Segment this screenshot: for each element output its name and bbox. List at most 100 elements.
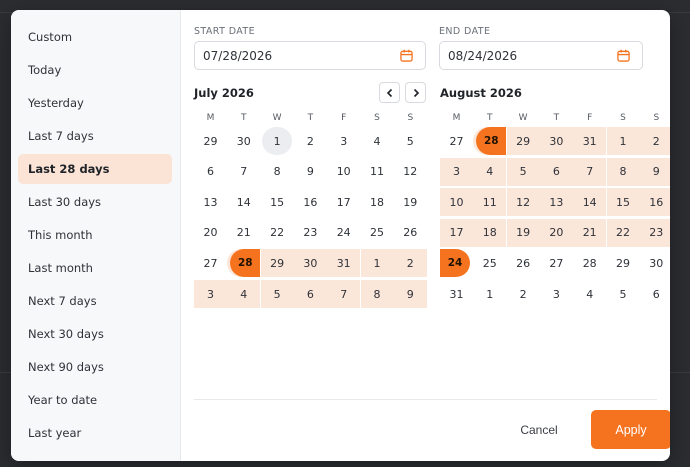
calendar-day[interactable]: 15: [261, 188, 294, 216]
calendar-icon[interactable]: [400, 49, 413, 62]
end-date-input[interactable]: 08/24/2026: [439, 41, 643, 70]
cancel-button[interactable]: Cancel: [504, 411, 574, 449]
calendar-day[interactable]: 28: [473, 127, 507, 155]
calendar-day[interactable]: 6: [640, 280, 670, 308]
calendar-day[interactable]: 15: [606, 188, 640, 217]
calendar-day[interactable]: 14: [227, 188, 260, 216]
preset-yesterday[interactable]: Yesterday: [18, 88, 172, 118]
preset-last-month[interactable]: Last month: [18, 253, 172, 283]
calendar-day[interactable]: 3: [540, 280, 573, 308]
calendar-day[interactable]: 19: [506, 218, 540, 247]
calendar-day[interactable]: 30: [227, 127, 260, 155]
calendar-day[interactable]: 9: [639, 157, 670, 186]
preset-year-to-date[interactable]: Year to date: [18, 385, 172, 415]
calendar-day[interactable]: 23: [294, 219, 327, 247]
calendar-day[interactable]: 2: [639, 127, 670, 155]
calendar-day[interactable]: 23: [639, 218, 670, 247]
next-month-button[interactable]: [405, 82, 426, 103]
calendar-day[interactable]: 4: [227, 280, 261, 308]
calendar-day[interactable]: 31: [327, 249, 361, 278]
preset-next-7-days[interactable]: Next 7 days: [18, 286, 172, 316]
calendar-day[interactable]: 22: [606, 218, 640, 247]
calendar-day[interactable]: 18: [361, 188, 394, 216]
calendar-day[interactable]: 8: [606, 157, 640, 186]
calendar-day[interactable]: 1: [606, 127, 640, 155]
calendar-day[interactable]: 11: [473, 188, 507, 217]
calendar-day[interactable]: 26: [507, 249, 540, 277]
calendar-day[interactable]: 21: [573, 218, 607, 247]
calendar-day[interactable]: 9: [294, 158, 327, 186]
calendar-day[interactable]: 3: [440, 157, 473, 186]
calendar-day[interactable]: 12: [394, 158, 427, 186]
calendar-day[interactable]: 17: [440, 218, 473, 247]
calendar-day[interactable]: 3: [194, 280, 227, 308]
preset-last-7-days[interactable]: Last 7 days: [18, 121, 172, 151]
calendar-day[interactable]: 11: [361, 158, 394, 186]
preset-this-month[interactable]: This month: [18, 220, 172, 250]
calendar-day[interactable]: 9: [393, 280, 427, 308]
calendar-day[interactable]: 1: [473, 280, 506, 308]
calendar-day[interactable]: 29: [260, 249, 294, 278]
calendar-day[interactable]: 2: [393, 249, 427, 278]
calendar-day[interactable]: 16: [639, 188, 670, 217]
calendar-day[interactable]: 6: [194, 158, 227, 186]
calendar-day[interactable]: 6: [539, 157, 573, 186]
calendar-day[interactable]: 7: [227, 158, 260, 186]
calendar-day[interactable]: 5: [506, 157, 540, 186]
calendar-day[interactable]: 24: [440, 249, 473, 278]
calendar-day[interactable]: 7: [327, 280, 361, 308]
calendar-day[interactable]: 2: [507, 280, 540, 308]
preset-last-28-days[interactable]: Last 28 days: [18, 154, 172, 184]
preset-last-year[interactable]: Last year: [18, 418, 172, 448]
calendar-day[interactable]: 25: [473, 249, 506, 277]
calendar-day[interactable]: 2: [294, 127, 327, 155]
calendar-day[interactable]: 13: [194, 188, 227, 216]
calendar-day[interactable]: 30: [640, 249, 670, 277]
calendar-day[interactable]: 30: [539, 127, 573, 155]
calendar-day[interactable]: 13: [539, 188, 573, 217]
prev-month-button[interactable]: [379, 82, 400, 103]
calendar-day[interactable]: 10: [440, 188, 473, 217]
calendar-day[interactable]: 21: [227, 219, 260, 247]
calendar-day[interactable]: 5: [394, 127, 427, 155]
calendar-day[interactable]: 27: [540, 249, 573, 277]
calendar-day[interactable]: 16: [294, 188, 327, 216]
calendar-day[interactable]: 12: [506, 188, 540, 217]
calendar-day[interactable]: 31: [440, 280, 473, 308]
calendar-day[interactable]: 4: [573, 280, 606, 308]
preset-next-30-days[interactable]: Next 30 days: [18, 319, 172, 349]
calendar-day[interactable]: 4: [473, 157, 507, 186]
calendar-day[interactable]: 20: [194, 219, 227, 247]
calendar-day[interactable]: 30: [293, 249, 327, 278]
calendar-day[interactable]: 4: [361, 127, 394, 155]
calendar-day[interactable]: 3: [327, 127, 360, 155]
calendar-day[interactable]: 5: [260, 280, 294, 308]
preset-next-90-days[interactable]: Next 90 days: [18, 352, 172, 382]
preset-last-30-days[interactable]: Last 30 days: [18, 187, 172, 217]
calendar-day[interactable]: 1: [261, 127, 294, 155]
calendar-day[interactable]: 27: [194, 249, 227, 277]
start-date-input[interactable]: 07/28/2026: [194, 41, 426, 70]
calendar-day[interactable]: 27: [440, 127, 473, 155]
calendar-day[interactable]: 26: [394, 219, 427, 247]
calendar-day[interactable]: 1: [360, 249, 394, 278]
calendar-day[interactable]: 25: [361, 219, 394, 247]
calendar-day[interactable]: 22: [261, 219, 294, 247]
calendar-day[interactable]: 20: [539, 218, 573, 247]
calendar-day[interactable]: 8: [261, 158, 294, 186]
calendar-day[interactable]: 29: [194, 127, 227, 155]
calendar-day[interactable]: 7: [573, 157, 607, 186]
calendar-day[interactable]: 17: [327, 188, 360, 216]
calendar-day[interactable]: 29: [607, 249, 640, 277]
calendar-day[interactable]: 8: [360, 280, 394, 308]
apply-button[interactable]: Apply: [591, 410, 670, 449]
calendar-day[interactable]: 24: [327, 219, 360, 247]
calendar-day[interactable]: 14: [573, 188, 607, 217]
calendar-day[interactable]: 6: [293, 280, 327, 308]
calendar-day[interactable]: 28: [573, 249, 606, 277]
calendar-day[interactable]: 29: [506, 127, 540, 155]
calendar-day[interactable]: 5: [607, 280, 640, 308]
calendar-day[interactable]: 31: [573, 127, 607, 155]
calendar-day[interactable]: 28: [227, 249, 261, 278]
preset-custom[interactable]: Custom: [18, 22, 172, 52]
